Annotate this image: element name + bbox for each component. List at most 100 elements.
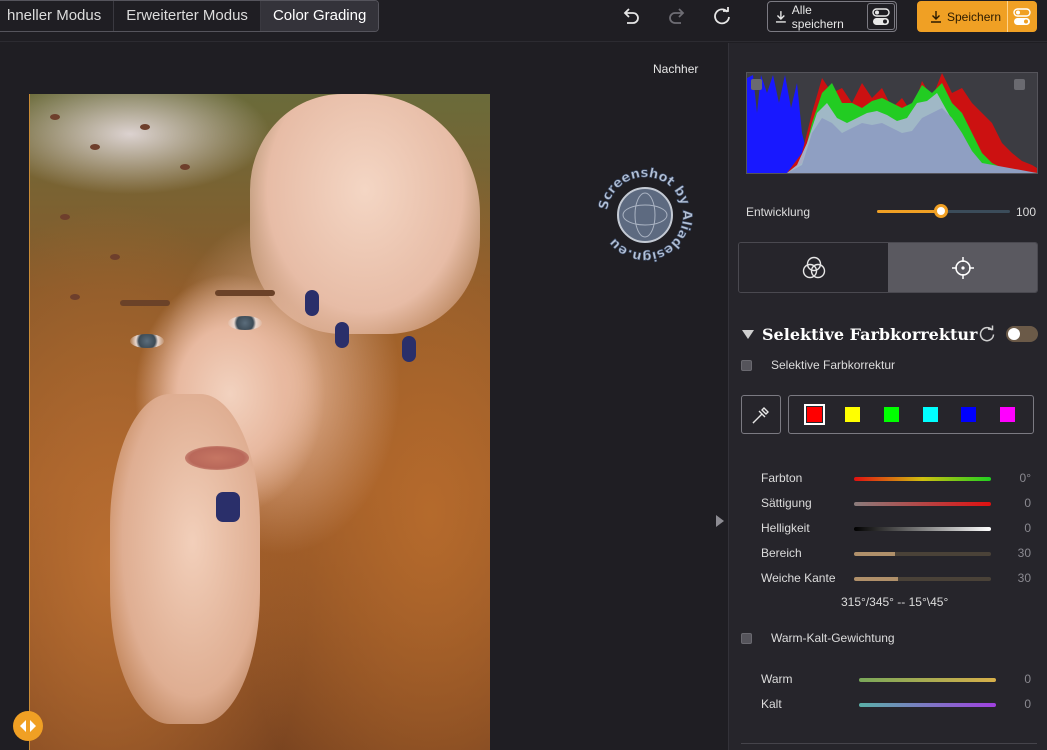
save-all-button[interactable]: Alle speichern bbox=[768, 3, 866, 31]
photo-detail bbox=[180, 164, 190, 170]
slider-soft-edge[interactable] bbox=[854, 577, 991, 581]
section-enable-toggle[interactable] bbox=[1006, 326, 1038, 342]
swatch-yellow[interactable] bbox=[845, 407, 861, 422]
slider-row-warm: Warm 0 bbox=[761, 672, 1031, 688]
slider-range-value: 30 bbox=[1017, 546, 1031, 560]
slider-range-label: Bereich bbox=[761, 546, 802, 560]
photo-detail bbox=[70, 294, 80, 300]
save-options-button[interactable] bbox=[1007, 1, 1035, 32]
mode-switcher: hneller Modus Erweiterter Modus Color Gr… bbox=[0, 0, 380, 32]
slider-warm[interactable] bbox=[859, 678, 996, 682]
save-all-options-button[interactable] bbox=[867, 3, 895, 30]
toggle-options-icon bbox=[1012, 7, 1031, 25]
swatch-blue[interactable] bbox=[961, 407, 977, 422]
collapse-triangle-icon[interactable] bbox=[742, 329, 754, 339]
photo-detail bbox=[110, 394, 260, 724]
development-slider-knob[interactable] bbox=[933, 204, 948, 218]
hue-range-readout: 315°/345° -- 15°\45° bbox=[841, 595, 949, 609]
save-button[interactable]: Speichern bbox=[917, 10, 1007, 24]
slider-hue-label: Farbton bbox=[761, 471, 803, 485]
download-icon bbox=[775, 10, 786, 23]
right-panel: Entwicklung 100 Selektive Farbkorrektur … bbox=[728, 43, 1047, 750]
tab-selective-target[interactable] bbox=[888, 243, 1037, 292]
slider-row-saturation: Sättigung 0 bbox=[761, 496, 1031, 512]
section-reset-icon[interactable] bbox=[978, 325, 996, 343]
download-icon bbox=[931, 10, 941, 23]
mode-color-grading-tab[interactable]: Color Grading bbox=[260, 1, 379, 31]
tab-color-circles[interactable] bbox=[739, 243, 888, 292]
photo-detail bbox=[228, 316, 262, 330]
slider-range[interactable] bbox=[854, 552, 991, 556]
swatch-cyan[interactable] bbox=[922, 407, 938, 422]
photo-detail bbox=[130, 334, 164, 348]
slider-brightness[interactable] bbox=[854, 527, 991, 531]
photo-detail bbox=[335, 322, 349, 348]
shadow-clipping-toggle[interactable] bbox=[751, 79, 762, 90]
undo-icon[interactable] bbox=[621, 6, 641, 26]
selective-checkbox[interactable] bbox=[741, 360, 752, 371]
save-label: Speichern bbox=[947, 9, 1002, 24]
photo-detail bbox=[185, 446, 249, 470]
photo-detail bbox=[250, 94, 480, 334]
split-view-handle[interactable] bbox=[13, 711, 43, 741]
slider-cold-value: 0 bbox=[1024, 697, 1031, 711]
slider-warm-value: 0 bbox=[1024, 672, 1031, 686]
photo-detail bbox=[140, 124, 150, 130]
photo-detail bbox=[50, 114, 60, 120]
slider-hue[interactable] bbox=[854, 477, 991, 481]
warm-cold-label: Warm-Kalt-Gewichtung bbox=[771, 631, 895, 645]
slider-brightness-value: 0 bbox=[1024, 521, 1031, 535]
color-picker-button[interactable] bbox=[741, 395, 781, 434]
save-button-group: Speichern bbox=[917, 1, 1037, 32]
save-all-label: Alle speichern bbox=[791, 2, 844, 31]
slider-cold[interactable] bbox=[859, 703, 996, 707]
redo-icon[interactable] bbox=[667, 6, 687, 26]
warm-cold-checkbox[interactable] bbox=[741, 633, 752, 644]
watermark-stamp: Screenshot by Aliadesign.eu bbox=[595, 165, 695, 265]
slider-brightness-label: Helligkeit bbox=[761, 521, 810, 535]
development-slider-fill bbox=[877, 210, 941, 213]
split-arrows-icon bbox=[20, 720, 36, 732]
reset-icon[interactable] bbox=[712, 6, 732, 26]
development-slider[interactable] bbox=[877, 204, 1010, 218]
slider-soft-edge-label: Weiche Kante bbox=[761, 571, 836, 585]
photo-detail bbox=[120, 300, 170, 306]
slider-soft-edge-value: 30 bbox=[1017, 571, 1031, 585]
photo-detail bbox=[402, 336, 416, 362]
slider-saturation-label: Sättigung bbox=[761, 496, 812, 510]
photo-detail bbox=[90, 144, 100, 150]
collapse-panel-arrow-icon[interactable] bbox=[716, 515, 724, 527]
swatch-green[interactable] bbox=[884, 407, 900, 422]
photo-detail bbox=[216, 492, 240, 522]
slider-row-hue: Farbton 0° bbox=[761, 471, 1031, 487]
panel-divider bbox=[741, 743, 1037, 744]
preview-photo bbox=[29, 94, 490, 750]
photo-detail bbox=[110, 254, 120, 260]
slider-row-cold: Kalt 0 bbox=[761, 697, 1031, 713]
histogram bbox=[746, 72, 1038, 174]
crosshair-icon bbox=[951, 256, 974, 279]
save-all-button-group: Alle speichern bbox=[767, 1, 897, 32]
slider-row-brightness: Helligkeit 0 bbox=[761, 521, 1031, 537]
slider-row-soft-edge: Weiche Kante 30 bbox=[761, 571, 1031, 587]
highlight-clipping-toggle[interactable] bbox=[1014, 79, 1025, 90]
development-value: 100 bbox=[1016, 205, 1037, 219]
slider-row-range: Bereich 30 bbox=[761, 546, 1031, 562]
slider-cold-label: Kalt bbox=[761, 697, 782, 711]
swatch-magenta[interactable] bbox=[1000, 407, 1016, 422]
swatch-red[interactable] bbox=[803, 404, 825, 425]
mode-quick-tab[interactable]: hneller Modus bbox=[0, 1, 113, 31]
toggle-options-icon bbox=[872, 7, 890, 25]
selective-section-header: Selektive Farbkorrektur bbox=[742, 323, 1038, 345]
toggle-knob bbox=[1008, 328, 1020, 340]
photo-detail bbox=[60, 214, 70, 220]
slider-saturation[interactable] bbox=[854, 502, 991, 506]
mode-advanced-tab[interactable]: Erweiterter Modus bbox=[114, 1, 260, 31]
adjustment-tabs bbox=[738, 242, 1038, 293]
top-toolbar: hneller Modus Erweiterter Modus Color Gr… bbox=[0, 0, 1047, 42]
selective-checkbox-label: Selektive Farbkorrektur bbox=[771, 358, 896, 372]
color-swatch-group bbox=[788, 395, 1034, 434]
photo-detail bbox=[215, 290, 275, 296]
color-circles-icon bbox=[802, 256, 825, 278]
after-label: Nachher bbox=[653, 62, 699, 76]
